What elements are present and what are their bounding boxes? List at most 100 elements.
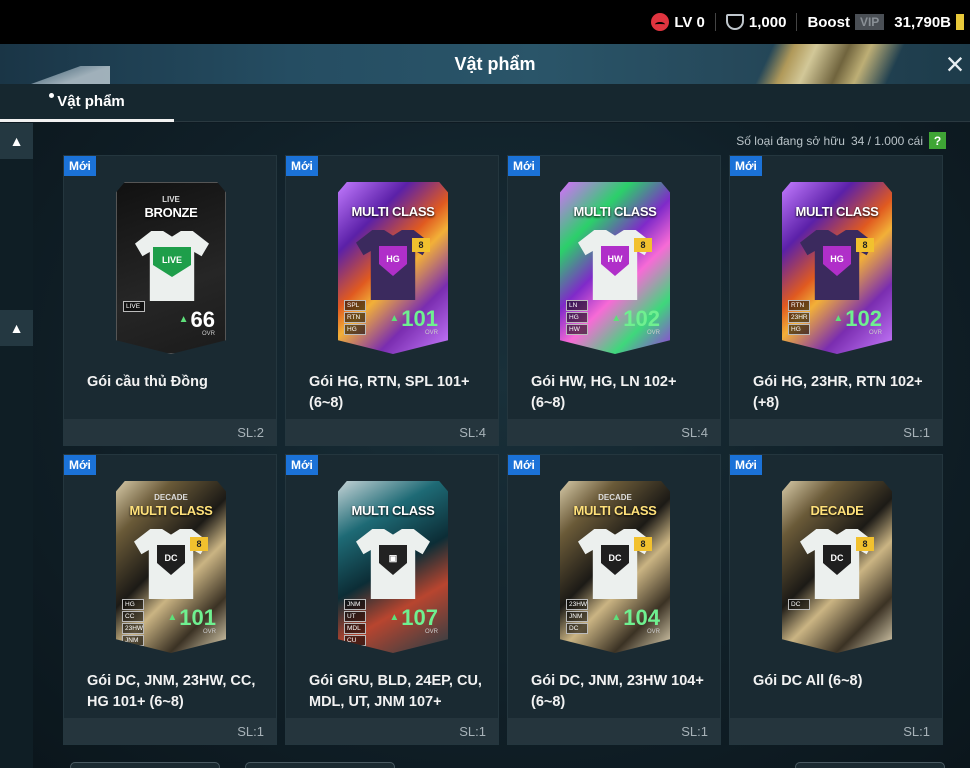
pack-artwork: MULTI CLASS HG 8 SPL RTN HG ▲ 101 OVR xyxy=(338,182,448,354)
ovr-up-icon: ▲ xyxy=(167,612,178,623)
item-card[interactable]: Mới MULTI CLASS ▣ JNMUTMDLCU24EPBLDGRU ▲… xyxy=(285,454,499,745)
new-badge: Mới xyxy=(64,156,96,176)
ovr-display: ▲ 104 xyxy=(611,607,660,629)
quantity-text: SL:2 xyxy=(237,424,264,440)
coins-text: 1,000 xyxy=(748,13,787,31)
quantity-bar: SL:4 xyxy=(508,419,720,445)
class-tag: RTN xyxy=(344,312,366,323)
crest-text: ▣ xyxy=(388,553,398,563)
quantity-bar: SL:4 xyxy=(286,419,498,445)
header-decoration xyxy=(0,66,110,84)
ovr-label: OVR xyxy=(646,629,660,635)
owned-count: Số loại đang sở hữu 34 / 1.000 cái ? xyxy=(736,132,946,149)
ovr-display: ▲ 66 xyxy=(179,309,215,331)
header-trophy-art xyxy=(730,44,930,84)
bottom-button[interactable] xyxy=(245,762,395,768)
level-badge: 8 xyxy=(856,537,874,551)
page-title: Vật phẩm xyxy=(454,53,536,74)
close-icon[interactable]: × xyxy=(940,44,970,84)
ovr-value: 107 xyxy=(401,605,438,630)
class-tag: HG xyxy=(788,324,810,335)
ovr-up-icon: ▲ xyxy=(611,313,622,324)
class-tag: RTN xyxy=(788,300,810,311)
ovr-label: OVR xyxy=(868,330,882,336)
level-badge: 8 xyxy=(412,238,430,252)
class-tag: HG xyxy=(122,599,144,610)
bp-text: 31,790B xyxy=(894,13,951,31)
tab-items[interactable]: Vật phẩm xyxy=(0,84,174,122)
class-tag: JNM xyxy=(344,599,366,610)
item-card[interactable]: Mới LIVE BRONZE LIVE LIVE ▲ 66 OVR Gói c… xyxy=(63,155,277,446)
class-tag: DC xyxy=(566,623,588,634)
ovr-label: OVR xyxy=(424,629,438,635)
class-tag: 23HW xyxy=(566,599,588,610)
boost-display[interactable]: Boost VIP xyxy=(807,14,885,31)
help-icon[interactable]: ? xyxy=(929,132,946,149)
class-tag: LN xyxy=(566,300,588,311)
new-badge: Mới xyxy=(508,156,540,176)
level-badge: 8 xyxy=(190,537,208,551)
divider xyxy=(714,13,716,31)
level-badge: 8 xyxy=(634,537,652,551)
level-face-icon xyxy=(651,13,670,31)
inventory-panel: Số loại đang sở hữu 34 / 1.000 cái ? Mới… xyxy=(33,123,970,768)
pack-title: MULTI CLASS xyxy=(129,503,213,518)
quantity-bar: SL:1 xyxy=(64,718,276,744)
bottom-button[interactable] xyxy=(795,762,945,768)
item-card[interactable]: Mới MULTI CLASS HG 8 SPL RTN HG ▲ 101 OVR … xyxy=(285,155,499,446)
scroll-up-icon[interactable]: ▲ xyxy=(0,123,33,159)
pack-artwork: MULTI CLASS HW 8 LN HG HW ▲ 102 OVR xyxy=(560,182,670,354)
quantity-text: SL:1 xyxy=(681,723,708,739)
quantity-text: SL:1 xyxy=(903,424,930,440)
pack-artwork: MULTI CLASS ▣ JNMUTMDLCU24EPBLDGRU ▲ 107… xyxy=(338,481,448,653)
crest-text: LIVE xyxy=(161,255,182,265)
pack-title: MULTI CLASS xyxy=(573,503,657,518)
crest-text: DC xyxy=(608,553,622,563)
class-tag: HG xyxy=(344,324,366,335)
collapse-up-icon[interactable]: ▲ xyxy=(0,310,33,346)
bp-display[interactable]: 31,790B xyxy=(894,14,964,31)
item-card[interactable]: Mới DECADE MULTI CLASS DC 8 23HW JNM DC ▲ … xyxy=(507,454,721,745)
item-card[interactable]: Mới DECADE MULTI CLASS DC 8 HG CC 23HW JNM D… xyxy=(63,454,277,745)
pack-title: DECADE xyxy=(810,503,864,518)
ovr-value: 104 xyxy=(623,605,660,630)
ovr-value: 102 xyxy=(845,306,882,331)
pack-title: MULTI CLASS xyxy=(351,204,435,219)
crest-text: HG xyxy=(830,254,844,264)
class-list: 23HW JNM DC xyxy=(566,599,588,634)
ovr-display: ▲ 102 xyxy=(611,308,660,330)
item-name: Gói HG, RTN, SPL 101+ (6~8) xyxy=(309,374,470,411)
level-text: LV 0 xyxy=(674,13,705,31)
item-card[interactable]: Mới DECADE DC 8 DC Gói DC All (6~8) SL:1 xyxy=(729,454,943,745)
class-tag: MDL xyxy=(344,623,366,634)
new-badge: Mới xyxy=(730,156,762,176)
quantity-text: SL:1 xyxy=(459,723,486,739)
class-tag: DC xyxy=(122,647,144,653)
crest-text: DC xyxy=(164,553,178,563)
class-tag: HG xyxy=(566,312,588,323)
class-tag: CU xyxy=(344,635,366,646)
item-card[interactable]: Mới MULTI CLASS HG 8 RTN 23HR HG ▲ 102 OVR… xyxy=(729,155,943,446)
pack-artwork: LIVE BRONZE LIVE LIVE ▲ 66 OVR xyxy=(116,182,226,354)
pack-title: MULTI CLASS xyxy=(351,503,435,518)
ovr-up-icon: ▲ xyxy=(833,313,844,324)
bottom-button[interactable] xyxy=(70,762,220,768)
pack-subtitle: DECADE xyxy=(154,493,188,502)
item-name: Gói HW, HG, LN 102+ (6~8) xyxy=(531,374,677,411)
owned-value: 34 / 1.000 cái xyxy=(850,133,923,148)
item-name: Gói GRU, BLD, 24EP, CU, MDL, UT, JNM 107… xyxy=(309,673,482,710)
item-card[interactable]: Mới MULTI CLASS HW 8 LN HG HW ▲ 102 OVR Gó… xyxy=(507,155,721,446)
coins-display[interactable]: 1,000 xyxy=(725,13,787,31)
level-display[interactable]: LV 0 xyxy=(651,13,705,31)
pack-title: MULTI CLASS xyxy=(795,204,879,219)
item-name: Gói DC, JNM, 23HW 104+ (6~8) xyxy=(531,673,704,710)
pack-title: MULTI CLASS xyxy=(573,204,657,219)
page-header: Vật phẩm × xyxy=(0,44,970,84)
level-badge: 8 xyxy=(856,238,874,252)
divider xyxy=(796,13,798,31)
crest-text: DC xyxy=(830,553,844,563)
quantity-text: SL:1 xyxy=(903,723,930,739)
class-tag: 24EP xyxy=(344,647,366,653)
class-tag: CC xyxy=(122,611,144,622)
new-badge: Mới xyxy=(286,156,318,176)
